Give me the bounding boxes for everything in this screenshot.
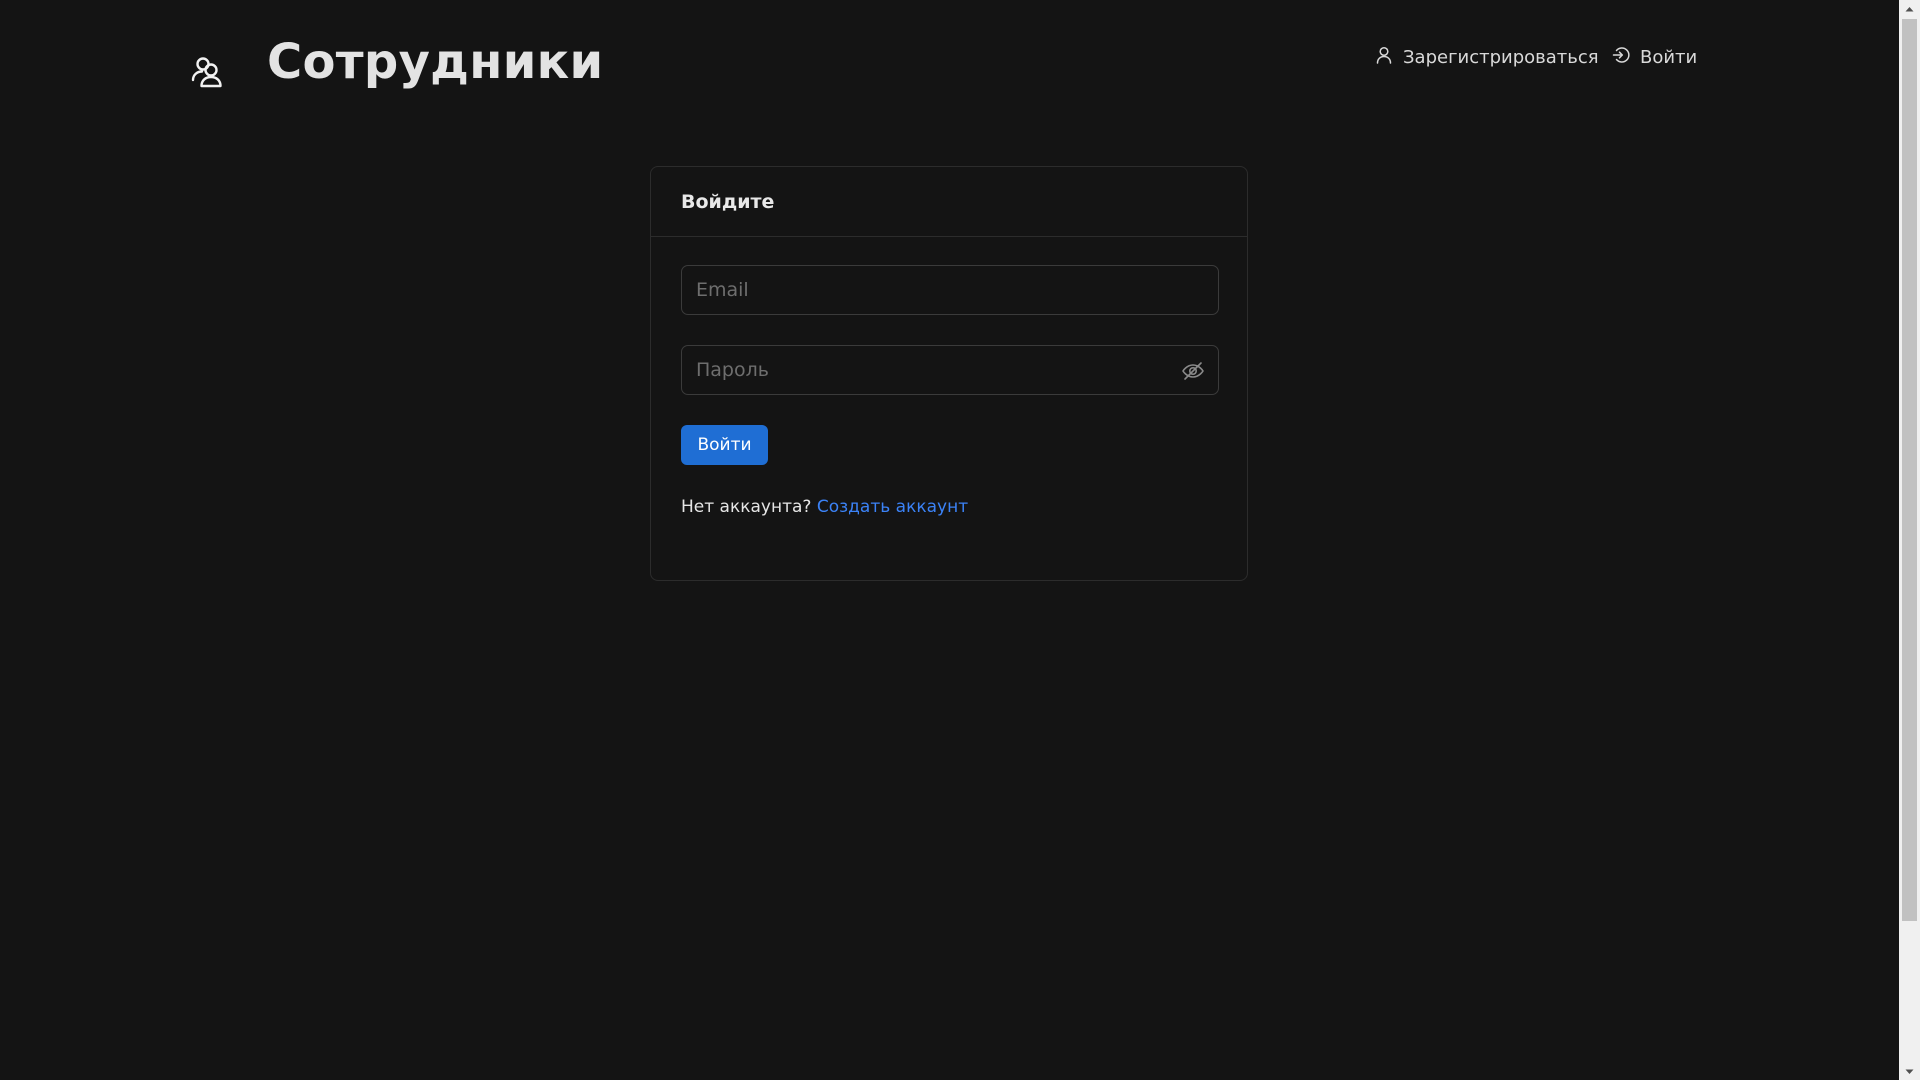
app-header: Сотрудники Зарегистрироваться Войти (0, 0, 1899, 120)
create-account-link[interactable]: Создать аккаунт (817, 497, 968, 517)
scroll-down-arrow-icon[interactable] (1899, 1063, 1920, 1080)
email-input[interactable] (682, 266, 1218, 314)
submit-login-button[interactable]: Войти (681, 425, 768, 465)
register-link[interactable]: Зарегистрироваться (1375, 44, 1599, 70)
login-link[interactable]: Войти (1612, 44, 1697, 70)
password-field (681, 345, 1219, 395)
card-header: Войдите (651, 167, 1247, 237)
page: Сотрудники Зарегистрироваться Войти Войд… (0, 0, 1920, 1080)
sign-in-icon (1612, 46, 1630, 69)
login-label: Войти (1640, 46, 1698, 68)
users-icon[interactable] (190, 55, 224, 89)
scrollbar-thumb[interactable] (1902, 19, 1917, 921)
password-input[interactable] (682, 346, 1218, 394)
vertical-scrollbar[interactable] (1899, 0, 1920, 1080)
register-label: Зарегистрироваться (1403, 46, 1599, 68)
email-field (681, 265, 1219, 315)
login-card: Войдите Войти Нет аккаунта? Создать акка… (650, 166, 1248, 581)
app-title: Сотрудники (267, 34, 604, 90)
eye-slash-icon[interactable] (1181, 359, 1205, 383)
user-icon (1375, 46, 1393, 69)
signup-row: Нет аккаунта? Создать аккаунт (681, 497, 968, 517)
no-account-text: Нет аккаунта? (681, 497, 812, 517)
card-title: Войдите (681, 190, 775, 213)
scroll-up-arrow-icon[interactable] (1899, 0, 1920, 17)
